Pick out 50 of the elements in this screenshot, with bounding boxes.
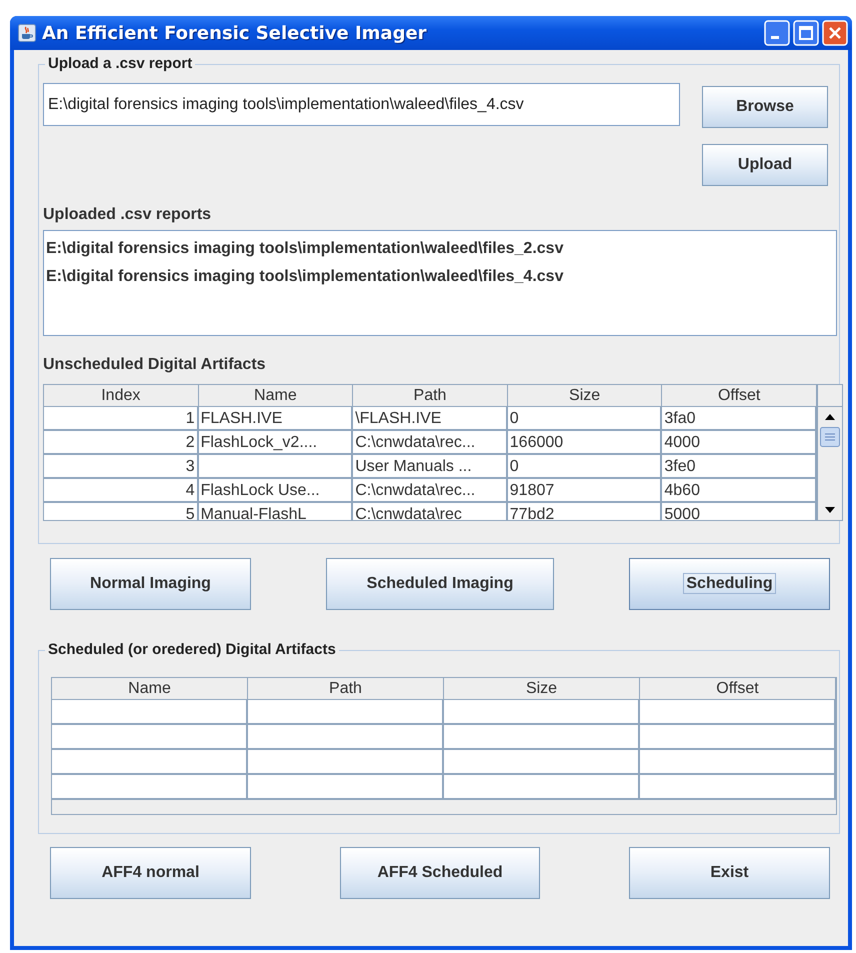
group-title: Scheduled (or oredered) Digital Artifacts	[45, 641, 339, 658]
close-icon[interactable]	[822, 20, 848, 46]
table-cell: User Manuals ...	[353, 455, 508, 479]
table-cell: FlashLock Use...	[198, 479, 354, 503]
column-header[interactable]: Name	[52, 678, 248, 700]
button[interactable]: AFF4 normal	[50, 847, 251, 899]
button[interactable]: Browse	[702, 86, 828, 128]
table-cell: 1	[44, 407, 199, 431]
table-cell: 5	[44, 503, 199, 520]
table-cell: 91807	[508, 479, 662, 503]
column-header[interactable]: Size	[444, 678, 640, 700]
table-cell: 0	[508, 455, 662, 479]
table-cell: C:\cnwdata\rec...	[353, 479, 508, 503]
column-header[interactable]: Offset	[640, 678, 836, 700]
table-cell: FLASH.IVE	[198, 407, 354, 431]
table-cell: 4	[44, 479, 199, 503]
section-label: Unscheduled Digital Artifacts	[43, 356, 267, 374]
table-cell: C:\cnwdata\rec	[353, 503, 508, 520]
table-cell: \FLASH.IVE	[353, 407, 508, 431]
column-header[interactable]: Index	[44, 385, 199, 407]
column-header[interactable]: Path	[248, 678, 444, 700]
group-title: Upload a .csv report	[45, 55, 196, 72]
window-title: An Efficient Forensic Selective Imager	[42, 22, 428, 44]
table-cell: 166000	[508, 431, 662, 455]
table-cell: 0	[508, 407, 662, 431]
list-item[interactable]: E:\digital forensics imaging tools\implementation\waleed\files_4.csv	[46, 263, 834, 291]
scroll-thumb-icon[interactable]	[820, 427, 840, 447]
button[interactable]: AFF4 Scheduled	[340, 847, 540, 899]
button[interactable]: Normal Imaging	[50, 558, 251, 610]
table-cell: 3fa0	[662, 407, 817, 431]
column-header[interactable]: Path	[353, 385, 508, 407]
maximize-icon[interactable]	[793, 20, 819, 46]
coffee-cup-icon	[18, 24, 36, 42]
section-label: Uploaded .csv reports	[43, 206, 212, 224]
table-cell: 77bd2	[508, 503, 662, 520]
button[interactable]: Exist	[629, 847, 830, 899]
column-header[interactable]: Size	[508, 385, 662, 407]
button[interactable]: Scheduled Imaging	[326, 558, 554, 610]
table-cell: FlashLock_v2....	[198, 431, 354, 455]
list-item[interactable]: E:\digital forensics imaging tools\implementation\waleed\files_2.csv	[46, 235, 834, 263]
table-cell: C:\cnwdata\rec...	[353, 431, 508, 455]
button[interactable]: Upload	[702, 144, 828, 186]
table-cell: 3	[44, 455, 199, 479]
minimize-icon[interactable]	[764, 20, 790, 46]
table-cell: 2	[44, 431, 199, 455]
table-cell: Manual-FlashL	[198, 503, 354, 520]
button[interactable]: Scheduling	[629, 558, 830, 610]
column-header[interactable]: Name	[198, 385, 354, 407]
file-path-field[interactable]: E:\digital forensics imaging tools\implementation\waleed\files_4.csv	[43, 83, 680, 126]
column-header[interactable]: Offset	[662, 385, 817, 407]
